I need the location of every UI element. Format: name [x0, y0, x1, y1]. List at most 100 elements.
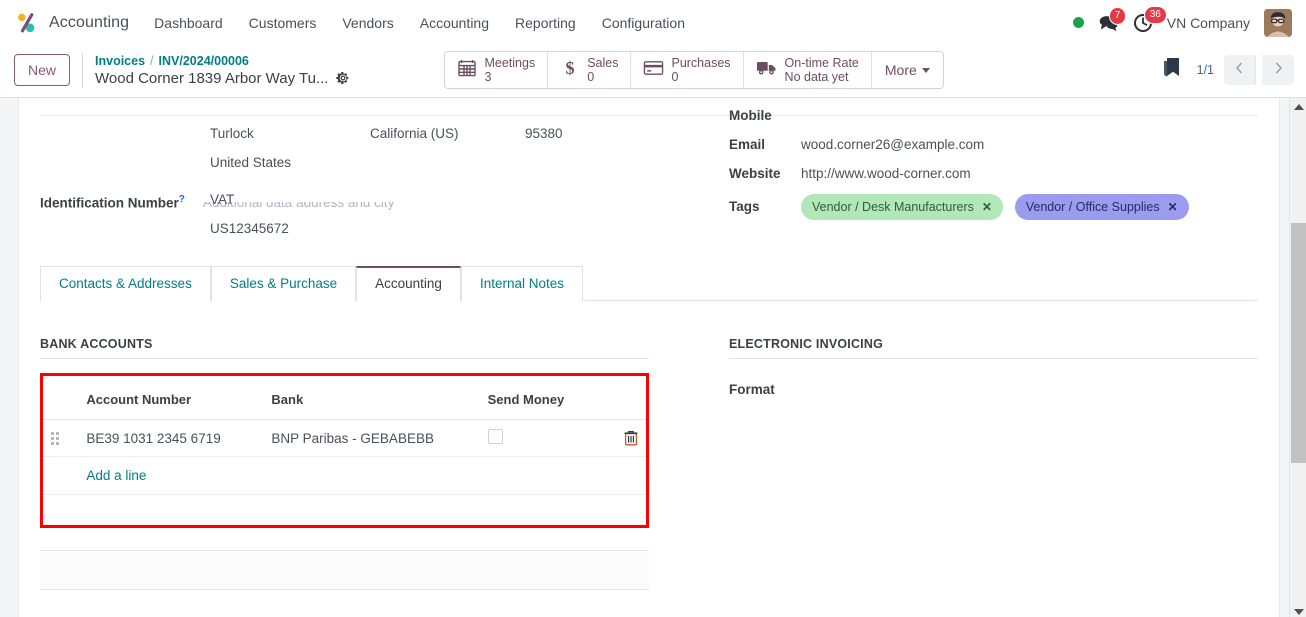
send-money-checkbox[interactable] — [487, 429, 503, 444]
smart-button-sales-label: Sales — [587, 56, 619, 70]
identification-number-value[interactable]: US12345672 — [210, 215, 649, 239]
record-title-row: Wood Corner 1839 Arbor Way Tu... — [95, 69, 350, 88]
smart-button-on-time-rate[interactable]: On-time Rate No data yet — [743, 52, 872, 88]
address-city[interactable]: Turlock — [210, 124, 370, 144]
tag-remove-icon[interactable]: ✕ — [982, 197, 992, 217]
form-column-right: Mobile Email wood.corner26@example.com W… — [649, 98, 1258, 244]
smart-button-meetings-value: 3 — [484, 70, 492, 84]
scroll-down-button[interactable] — [1290, 603, 1306, 617]
pager-previous-button[interactable] — [1224, 55, 1256, 85]
tag-remove-icon[interactable]: ✕ — [1168, 197, 1178, 217]
gear-icon[interactable] — [336, 71, 350, 85]
scrollbar-thumb[interactable] — [1291, 223, 1306, 463]
address-zip[interactable]: 95380 — [525, 124, 625, 144]
identification-type-value[interactable]: VAT — [210, 186, 649, 210]
online-status-indicator-icon — [1072, 17, 1084, 28]
column-bank[interactable]: Bank — [263, 382, 480, 420]
address-state[interactable]: California (US) — [370, 124, 525, 144]
pager-next-button[interactable] — [1262, 55, 1294, 85]
activities-button[interactable]: 36 — [1133, 5, 1167, 33]
page-title: Wood Corner 1839 Arbor Way Tu... — [95, 69, 329, 87]
row-drag-cell — [43, 419, 79, 457]
tab-sales-purchase[interactable]: Sales & Purchase — [210, 266, 357, 301]
identification-value-spacer — [40, 215, 210, 219]
mobile-value[interactable] — [801, 102, 1258, 106]
help-tooltip-icon[interactable]: ? — [179, 194, 185, 205]
table-footer-row — [43, 494, 646, 525]
electronic-invoicing-title: ELECTRONIC INVOICING — [729, 337, 1258, 359]
bank-accounts-section: BANK ACCOUNTS Account Number Bank Send M… — [40, 337, 649, 590]
bank-accounts-highlight: Account Number Bank Send Money BE39 1031… — [40, 373, 649, 528]
nav-item-reporting[interactable]: Reporting — [502, 9, 589, 37]
cell-bank[interactable]: BNP Paribas - GEBABEBB — [263, 419, 480, 457]
column-account-number[interactable]: Account Number — [78, 382, 264, 420]
breadcrumb-path: Invoices / INV/2024/00006 — [95, 53, 350, 69]
tag-chip[interactable]: Vendor / Desk Manufacturers ✕ — [801, 194, 1003, 220]
calendar-icon — [457, 58, 477, 83]
table-footer-cell — [43, 494, 646, 525]
chevron-down-icon — [921, 67, 930, 73]
tab-contacts-addresses[interactable]: Contacts & Addresses — [40, 266, 211, 301]
control-panel-left: New Invoices / INV/2024/00006 Wood Corne… — [14, 52, 350, 88]
accounting-tab-panel: BANK ACCOUNTS Account Number Bank Send M… — [40, 301, 1258, 590]
add-line-cell: Add a line — [78, 456, 646, 495]
triangle-up-icon — [1293, 103, 1304, 110]
control-panel: New Invoices / INV/2024/00006 Wood Corne… — [0, 45, 1306, 98]
add-a-line-button[interactable]: Add a line — [78, 457, 646, 494]
email-row: Email wood.corner26@example.com — [729, 131, 1258, 160]
vertical-scrollbar[interactable] — [1289, 98, 1306, 617]
nav-item-dashboard[interactable]: Dashboard — [141, 9, 236, 37]
smart-buttons-group: Meetings 3 $ Sales 0 Purchases 0 On-time… — [444, 51, 944, 89]
format-value[interactable] — [801, 376, 1258, 380]
address-city-row: Turlock California (US) 95380 — [40, 120, 649, 149]
format-label: Format — [729, 382, 775, 397]
svg-text:$: $ — [566, 58, 575, 78]
tags-label: Tags — [729, 199, 760, 214]
add-line-row[interactable]: Add a line — [43, 456, 646, 495]
tab-internal-notes[interactable]: Internal Notes — [460, 266, 583, 301]
user-avatar[interactable] — [1264, 8, 1292, 37]
column-send-money[interactable]: Send Money — [479, 382, 605, 420]
credit-card-icon — [643, 59, 664, 82]
smart-button-sales-value: 0 — [587, 70, 595, 84]
trash-icon[interactable] — [612, 430, 638, 446]
website-value[interactable]: http://www.wood-corner.com — [801, 160, 1258, 184]
tab-accounting[interactable]: Accounting — [356, 266, 461, 301]
brand-home-link[interactable]: Accounting — [10, 10, 141, 36]
tag-chip[interactable]: Vendor / Office Supplies ✕ — [1014, 194, 1189, 220]
tag-label: Vendor / Office Supplies — [1025, 200, 1160, 214]
table-row[interactable]: BE39 1031 2345 6719 BNP Paribas - GEBABE… — [43, 419, 646, 457]
new-record-button[interactable]: New — [14, 53, 71, 87]
email-value[interactable]: wood.corner26@example.com — [801, 131, 1258, 155]
truck-icon — [756, 59, 778, 82]
format-row: Format — [729, 373, 1258, 402]
breadcrumb-current[interactable]: INV/2024/00006 — [159, 53, 249, 69]
messages-button[interactable]: 7 — [1098, 6, 1127, 32]
scroll-up-button[interactable] — [1290, 98, 1306, 115]
smart-buttons-more-dropdown[interactable]: More — [871, 52, 943, 88]
smart-button-sales[interactable]: $ Sales 0 — [548, 52, 632, 88]
website-label: Website — [729, 166, 781, 181]
column-handle — [43, 382, 79, 420]
bookmark-icon[interactable] — [1162, 57, 1181, 84]
nav-item-customers[interactable]: Customers — [236, 9, 330, 37]
company-switcher[interactable]: VN Company — [1167, 15, 1250, 31]
smart-button-purchases[interactable]: Purchases 0 — [631, 52, 744, 88]
tags-value: Vendor / Desk Manufacturers ✕ Vendor / O… — [801, 193, 1258, 220]
navbar-systray: 7 36 VN Company — [1072, 5, 1294, 37]
top-navbar: Accounting Dashboard Customers Vendors A… — [0, 0, 1306, 45]
drag-handle-icon[interactable] — [51, 431, 59, 445]
breadcrumb-parent-link[interactable]: Invoices — [95, 53, 145, 69]
smart-button-on-time-rate-value: No data yet — [784, 70, 849, 84]
pager-counter[interactable]: 1/1 — [1197, 63, 1218, 77]
cell-account-number[interactable]: BE39 1031 2345 6719 — [78, 419, 264, 457]
smart-button-meetings[interactable]: Meetings 3 — [445, 52, 549, 88]
smart-button-on-time-rate-label: On-time Rate — [784, 56, 859, 70]
bank-accounts-title: BANK ACCOUNTS — [40, 337, 649, 359]
nav-item-vendors[interactable]: Vendors — [329, 9, 406, 37]
nav-item-accounting[interactable]: Accounting — [407, 9, 502, 37]
smart-button-purchases-label: Purchases — [671, 56, 731, 70]
bank-accounts-table: Account Number Bank Send Money BE39 1031… — [43, 382, 646, 525]
address-country[interactable]: United States — [210, 149, 649, 173]
nav-item-configuration[interactable]: Configuration — [589, 9, 698, 37]
